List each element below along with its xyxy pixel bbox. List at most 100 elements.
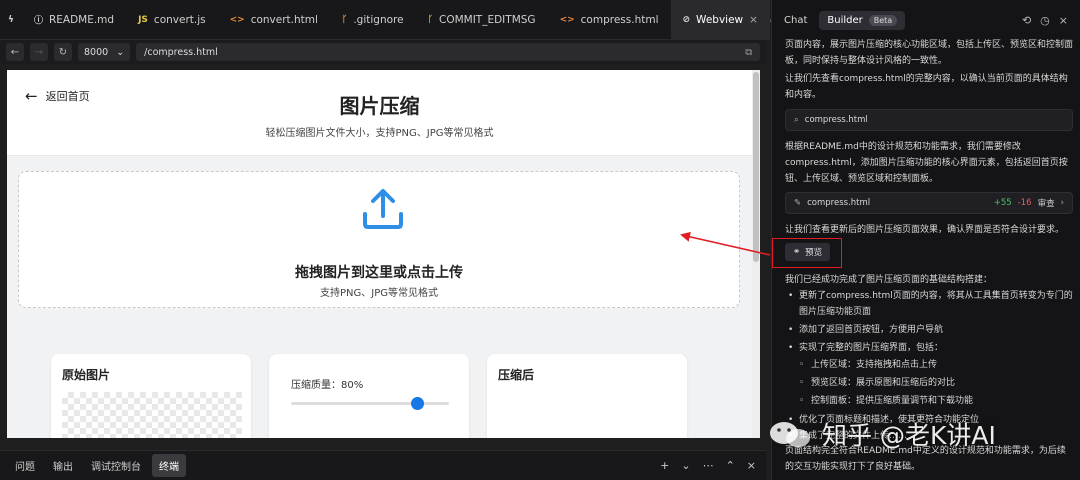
panel-actions: + ⌄ ⋯ ⌃ × xyxy=(660,459,766,472)
reload-button[interactable]: ↻ xyxy=(54,43,72,61)
tab-debug-console[interactable]: 调试控制台 xyxy=(84,454,148,477)
page-title: 图片压缩 xyxy=(339,94,420,118)
info-icon: ⓘ xyxy=(33,16,43,26)
url-path: /compress.html xyxy=(144,46,218,58)
bottom-panel-bar: 问题 输出 调试控制台 终端 + ⌄ ⋯ ⌃ × xyxy=(0,450,766,480)
additions-count: +55 xyxy=(993,198,1012,208)
tab-problems[interactable]: 问题 xyxy=(8,454,42,477)
plus-icon[interactable]: + xyxy=(660,459,669,472)
git-icon: ᚴ xyxy=(341,14,348,25)
tab-label: Webview xyxy=(696,13,744,26)
chat-header-actions: ⟲ ◷ × xyxy=(1022,14,1068,27)
forward-nav-button[interactable]: → xyxy=(30,43,48,61)
more-icon[interactable]: ⋯ xyxy=(703,459,714,472)
overflow-icon: ϟ xyxy=(8,14,14,25)
tab-commit-editmsg[interactable]: ᚴ COMMIT_EDITMSG xyxy=(416,0,548,40)
tab-webview[interactable]: ⊘ Webview × xyxy=(670,0,770,40)
upload-icon xyxy=(363,189,403,229)
tab-builder[interactable]: Builder Beta xyxy=(819,10,906,30)
js-file-icon: JS xyxy=(138,14,148,25)
compressed-image-title: 压缩后 xyxy=(498,368,535,382)
beta-badge: Beta xyxy=(868,14,898,26)
message-paragraph: 页面内容，展示图片压缩的核心功能区域，包括上传区、预览区和控制面板，同时保持与整… xyxy=(785,40,1074,66)
url-input[interactable]: /compress.html ⧉ xyxy=(136,43,760,61)
dropzone-subtitle: 支持PNG、JPG等常见格式 xyxy=(320,288,438,299)
editor-tab-bar: ϟ ⓘ README.md JS convert.js <> convert.html… xyxy=(0,0,824,40)
watermark: 知乎 @老K讲AI xyxy=(766,416,996,452)
tab-label: README.md xyxy=(48,13,115,26)
wechat-logo-icon xyxy=(770,422,810,447)
port-value: 8000 xyxy=(84,46,109,58)
scrollbar-thumb[interactable] xyxy=(753,72,759,262)
sub-list-item: 预览区域：展示原图和压缩后的对比 xyxy=(785,374,1073,392)
original-image-card: 原始图片 xyxy=(51,354,251,438)
chat-header: Chat Builder Beta ⟲ ◷ × xyxy=(772,0,1080,40)
tab-convert-js[interactable]: JS convert.js xyxy=(126,0,218,40)
page-subtitle: 轻松压缩图片文件大小，支持PNG、JPG等常见格式 xyxy=(265,128,494,139)
clock-icon[interactable]: ◷ xyxy=(1040,14,1050,27)
tab-overflow[interactable]: ϟ xyxy=(0,0,22,40)
sub-list-item: 控制面板：提供压缩质量调节和下载功能 xyxy=(785,392,1073,410)
dropzone-title: 拖拽图片到这里或点击上传 xyxy=(295,265,463,281)
arrow-right-icon: → xyxy=(34,46,44,58)
quality-slider-thumb[interactable] xyxy=(411,397,425,410)
tab-label: convert.html xyxy=(250,13,318,26)
tab-chat[interactable]: Chat xyxy=(784,15,807,26)
screenshot-root: ϟ ⓘ README.md JS convert.js <> convert.html… xyxy=(0,0,1080,480)
port-select[interactable]: 8000 ⌄ xyxy=(78,43,131,61)
annotation-box xyxy=(772,238,842,268)
chevron-down-icon[interactable]: ⌄ xyxy=(681,459,690,472)
page-header: ← 返回首页 图片压缩 轻松压缩图片文件大小，支持PNG、JPG等常见格式 xyxy=(7,70,752,156)
file-change-chip[interactable]: ✎ compress.html +55 -16 审查 › xyxy=(785,192,1073,214)
tab-label: convert.js xyxy=(153,13,206,26)
tab-output[interactable]: 输出 xyxy=(46,454,80,477)
quality-slider[interactable] xyxy=(291,397,449,410)
webview-url-bar: ← → ↻ 8000 ⌄ /compress.html ⧉ xyxy=(0,40,766,64)
close-icon[interactable]: × xyxy=(749,14,758,26)
tab-convert-html[interactable]: <> convert.html xyxy=(218,0,330,40)
review-button[interactable]: 审查 xyxy=(1038,197,1055,209)
webview-scrollbar[interactable] xyxy=(752,70,760,438)
builder-label: Builder xyxy=(827,14,863,26)
html-file-icon: <> xyxy=(559,14,575,25)
message-paragraph: 让我们查看更新后的图片压缩页面效果，确认界面是否符合设计要求。 xyxy=(785,225,1065,235)
message-paragraph: 让我们先查看compress.html的完整内容，以确认当前页面的具体结构和内容… xyxy=(785,74,1068,100)
tab-label: compress.html xyxy=(580,13,659,26)
tab-readme[interactable]: ⓘ README.md xyxy=(22,0,126,40)
tab-label: .gitignore xyxy=(353,13,404,26)
history-icon[interactable]: ⟲ xyxy=(1022,14,1031,27)
arrow-left-icon: ← xyxy=(10,46,20,58)
original-image-preview xyxy=(62,392,242,438)
list-item: 实现了完整的图片压缩界面，包括： xyxy=(785,340,1073,356)
globe-icon: ⊘ xyxy=(682,14,691,25)
close-icon[interactable]: × xyxy=(747,459,756,472)
search-chip-label: compress.html xyxy=(804,115,868,125)
watermark-text: 知乎 @老K讲AI xyxy=(822,421,996,450)
back-nav-button[interactable]: ← xyxy=(6,43,24,61)
html-file-icon: <> xyxy=(229,14,245,25)
search-result-chip[interactable]: ⌕ compress.html xyxy=(785,109,1073,131)
message-paragraph: 我们已经成功完成了图片压缩页面的基础结构搭建： xyxy=(785,275,993,285)
original-image-title: 原始图片 xyxy=(62,368,111,382)
file-chip-label: compress.html xyxy=(807,198,871,208)
control-panel-card: 压缩质量：80% xyxy=(269,354,469,438)
chevron-up-icon[interactable]: ⌃ xyxy=(726,459,735,472)
close-icon[interactable]: × xyxy=(1059,14,1068,27)
compressed-image-card: 压缩后 xyxy=(487,354,687,438)
tab-compress-html[interactable]: <> compress.html xyxy=(548,0,671,40)
tab-label: COMMIT_EDITMSG xyxy=(438,13,536,26)
list-item: 更新了compress.html页面的内容，将其从工具集首页转变为专门的图片压缩… xyxy=(785,288,1073,320)
chevron-right-icon: › xyxy=(1060,198,1064,208)
git-icon: ᚴ xyxy=(427,14,433,25)
open-external-icon[interactable]: ⧉ xyxy=(745,47,752,58)
sub-list-item: 上传区域：支持拖拽和点击上传 xyxy=(785,356,1073,374)
tab-gitignore[interactable]: ᚴ .gitignore xyxy=(330,0,416,40)
search-icon: ⌕ xyxy=(794,115,799,125)
list-item: 添加了返回首页按钮，方便用户导航 xyxy=(785,322,1073,338)
chevron-down-icon: ⌄ xyxy=(116,46,125,58)
quality-label: 压缩质量：80% xyxy=(291,380,364,391)
webview-frame: ← 返回首页 图片压缩 轻松压缩图片文件大小，支持PNG、JPG等常见格式 拖拽… xyxy=(7,70,760,438)
tab-terminal[interactable]: 终端 xyxy=(152,454,186,477)
reload-icon: ↻ xyxy=(58,46,68,58)
upload-dropzone[interactable]: 拖拽图片到这里或点击上传 支持PNG、JPG等常见格式 xyxy=(18,171,740,308)
